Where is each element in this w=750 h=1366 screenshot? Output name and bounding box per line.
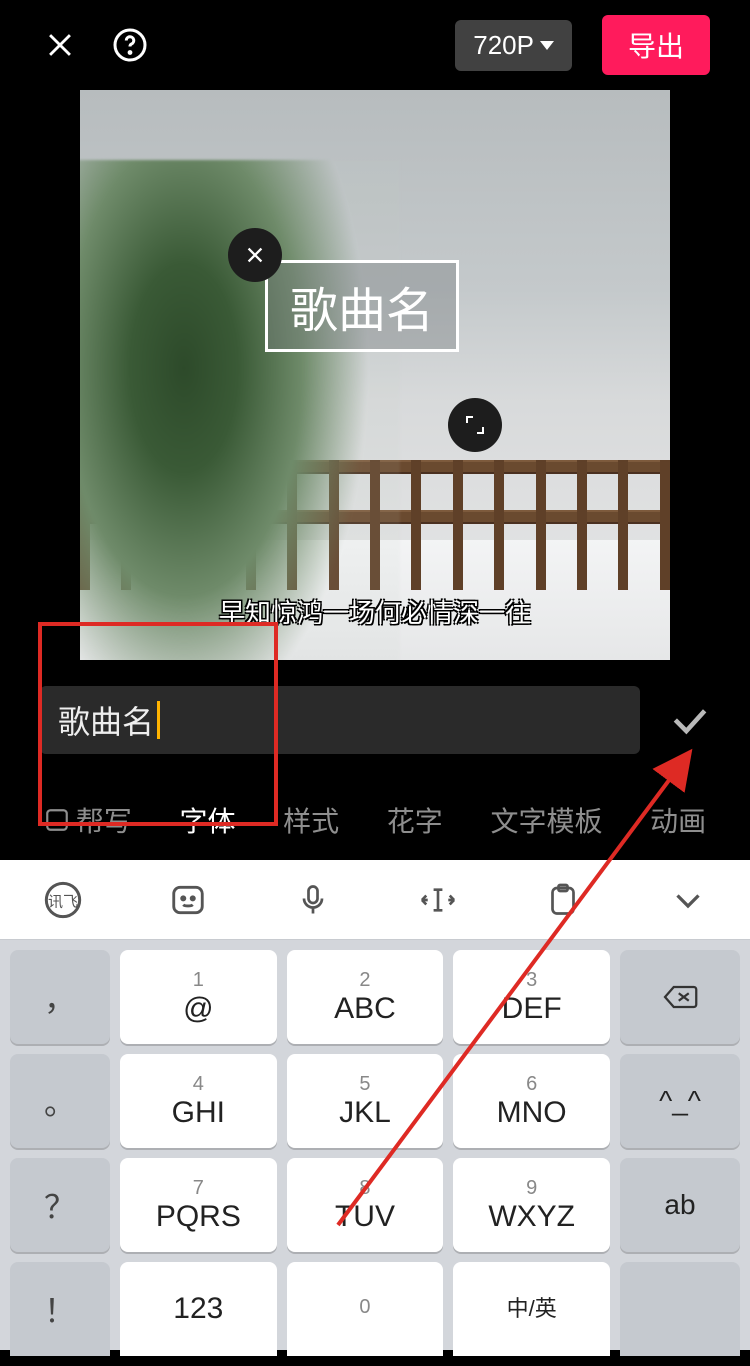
kbd-clipboard-icon[interactable] [533,875,593,925]
kbd-ime-icon[interactable]: 讯飞 [33,875,93,925]
overlay-resize-button[interactable] [448,398,502,452]
tab-fancy[interactable]: 花字 [387,800,443,840]
text-overlay[interactable]: 歌曲名 [265,260,459,352]
key-backspace[interactable] [620,950,740,1044]
key-0[interactable]: 0 [287,1262,444,1356]
overlay-delete-button[interactable] [228,228,282,282]
keyboard: 讯飞 ， 1@ 2ABC 3DEF 。 4GHI 5JKL 6MNO ^_^ ？… [0,860,750,1350]
kbd-emoji-icon[interactable] [158,875,218,925]
key-3[interactable]: 3DEF [453,950,610,1044]
key-4[interactable]: 4GHI [120,1054,277,1148]
backspace-icon [660,982,700,1012]
key-9[interactable]: 9WXYZ [453,1158,610,1252]
confirm-button[interactable] [660,690,720,750]
resolution-button[interactable]: 720P [455,20,572,71]
tab-template[interactable]: 文字模板 [490,800,602,840]
kbd-collapse-icon[interactable] [658,875,718,925]
annotation-highlight-box [38,622,278,826]
key-8[interactable]: 8TUV [287,1158,444,1252]
svg-text:讯飞: 讯飞 [47,893,77,910]
help-icon[interactable] [110,25,150,65]
kbd-voice-icon[interactable] [283,875,343,925]
key-6[interactable]: 6MNO [453,1054,610,1148]
key-period[interactable]: 。 [10,1054,110,1148]
key-5[interactable]: 5JKL [287,1054,444,1148]
key-comma[interactable]: ， [10,950,110,1044]
key-1[interactable]: 1@ [120,950,277,1044]
key-exclaim[interactable]: ！ [10,1262,110,1356]
close-icon[interactable] [40,25,80,65]
export-button[interactable]: 导出 [602,15,710,75]
kbd-cursor-icon[interactable] [408,875,468,925]
key-ab[interactable]: ab [620,1158,740,1252]
tab-style[interactable]: 样式 [283,800,339,840]
key-emoticon[interactable]: ^_^ [620,1054,740,1148]
resolution-label: 720P [473,30,534,61]
tab-animation[interactable]: 动画 [650,800,706,840]
video-preview[interactable]: 歌曲名 早知惊鸿一场何必情深一往 [80,90,670,660]
key-2[interactable]: 2ABC [287,950,444,1044]
chevron-down-icon [540,41,554,50]
key-7[interactable]: 7PQRS [120,1158,277,1252]
key-lang[interactable]: 中/英 [453,1262,610,1356]
key-123[interactable]: 123 [120,1262,277,1356]
key-blank[interactable] [620,1262,740,1356]
key-question[interactable]: ？ [10,1158,110,1252]
